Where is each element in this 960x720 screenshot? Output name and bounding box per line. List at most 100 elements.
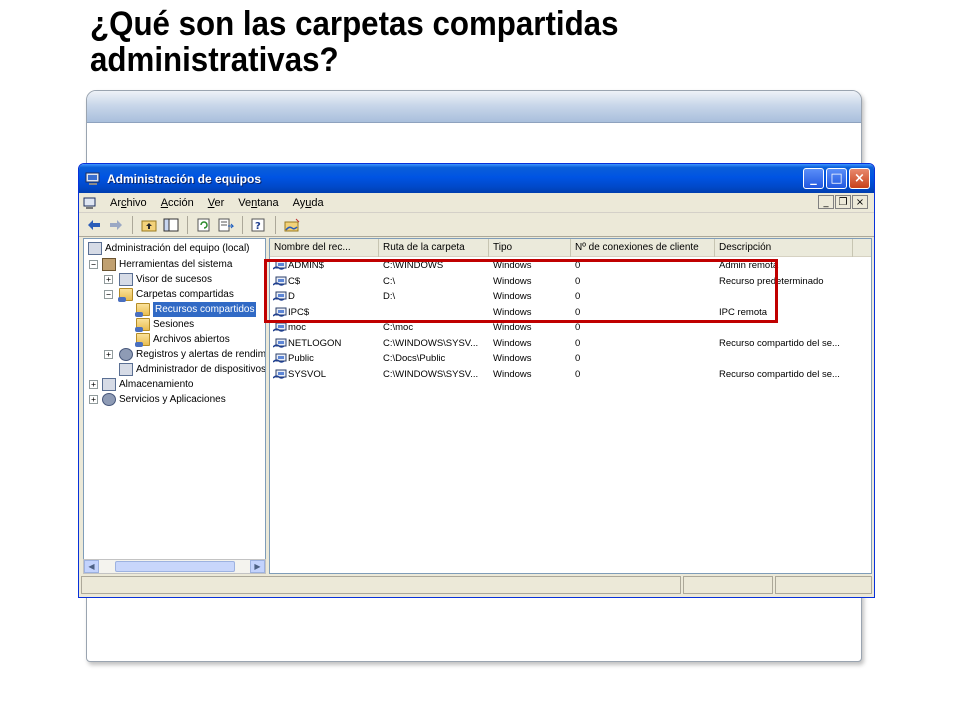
cell-tipo: Windows [493, 353, 532, 364]
mdi-close-button[interactable]: × [852, 195, 868, 209]
column-header-tipo[interactable]: Tipo [489, 239, 571, 257]
svg-text:?: ? [255, 221, 261, 232]
column-header-descripcion[interactable]: Descripción [715, 239, 853, 257]
cell-nombre: NETLOGON [288, 337, 342, 349]
tree-item-recursos-compartidos[interactable]: Recursos compartidos [135, 302, 257, 317]
shared-folder-icon [273, 338, 287, 348]
slide-title-line-2: administrativas? [90, 41, 339, 79]
computer-management-icon [85, 172, 101, 186]
maximize-button[interactable]: □ [826, 168, 847, 189]
toolbar-separator [132, 215, 133, 234]
up-folder-icon[interactable] [140, 216, 158, 234]
table-row[interactable]: moc C:\moc Windows 0 [270, 320, 871, 335]
shared-folder-icon [273, 369, 287, 379]
tree-item-visor-de-sucesos[interactable]: Visor de sucesos [119, 272, 212, 287]
performance-icon [119, 348, 133, 361]
mdi-minimize-button[interactable]: _ [818, 195, 834, 209]
tree-item-label: Herramientas del sistema [119, 259, 233, 270]
tree-item-carpetas-compartidas[interactable]: Carpetas compartidas [118, 287, 234, 302]
status-cell [775, 576, 872, 594]
cell-conexiones: 0 [575, 337, 581, 349]
minimize-button[interactable]: _ [803, 168, 824, 189]
tree-item-label: Sesiones [153, 319, 195, 330]
shares-list[interactable]: Nombre del rec... Ruta de la carpeta Tip… [269, 238, 872, 574]
forward-arrow-icon[interactable] [107, 216, 125, 234]
expand-toggle[interactable]: + [89, 395, 98, 404]
cell-conexiones: 0 [575, 306, 581, 318]
menu-archivo[interactable]: Archivo [103, 197, 154, 209]
cell-ruta: C:\moc [383, 322, 414, 333]
refresh-icon[interactable] [195, 216, 213, 234]
table-row[interactable]: IPC$ Windows 0 IPC remota [270, 305, 871, 320]
cell-nombre: moc [288, 322, 306, 333]
cell-descripcion: Recurso compartido del se... [719, 368, 840, 380]
expand-toggle[interactable]: + [104, 275, 113, 284]
close-button[interactable]: × [849, 168, 870, 189]
table-row[interactable]: NETLOGON C:\WINDOWS\SYSV... Windows 0 Recurs… [270, 336, 871, 351]
tree-item-registros-y-alertas[interactable]: Registros y alertas de rendim [119, 347, 265, 362]
table-row[interactable]: Public C:\Docs\Public Windows 0 [270, 351, 871, 366]
cell-descripcion: Recurso predeterminado [719, 275, 824, 287]
expand-toggle[interactable]: + [89, 380, 98, 389]
table-row[interactable]: D D:\ Windows 0 [270, 289, 871, 304]
cell-conexiones: 0 [575, 291, 581, 302]
table-row[interactable]: SYSVOL C:\WINDOWS\SYSV... Windows 0 Recurso … [270, 367, 871, 382]
services-icon [102, 393, 116, 406]
mdi-restore-button[interactable]: ❐ [835, 195, 851, 209]
tree-item-label: Almacenamiento [119, 379, 194, 390]
column-header-nombre[interactable]: Nombre del rec... [270, 239, 379, 257]
scroll-right-icon[interactable]: ▶ [250, 560, 265, 573]
tree-item-label: Recursos compartidos [153, 302, 257, 317]
tree-item-almacenamiento[interactable]: Almacenamiento [102, 377, 193, 392]
shared-folder-icon [273, 276, 287, 286]
tree-horizontal-scrollbar[interactable]: ◀ ▶ [83, 559, 266, 574]
cell-nombre: D [288, 291, 295, 302]
cell-nombre: SYSVOL [288, 368, 327, 380]
tree-item-administrador-de-dispositivos[interactable]: Administrador de dispositivos [119, 362, 266, 377]
column-header-ruta[interactable]: Ruta de la carpeta [379, 239, 489, 257]
shared-folder-icon [273, 260, 287, 270]
scroll-thumb[interactable] [114, 561, 235, 572]
menu-ventana[interactable]: Ventana [231, 197, 285, 209]
status-bar [81, 576, 872, 596]
cell-conexiones: 0 [575, 368, 581, 380]
tree-item-label: Administrador de dispositivos [136, 364, 266, 375]
menu-ayuda[interactable]: Ayuda [286, 197, 331, 209]
help-icon[interactable]: ? [250, 216, 268, 234]
tree-item-herramientas-del-sistema[interactable]: Herramientas del sistema [102, 257, 232, 272]
tree-item-administracion-del-equipo[interactable]: Administración del equipo (local) [88, 241, 250, 256]
menu-ver[interactable]: Ver [201, 197, 232, 209]
collapse-toggle[interactable]: − [104, 290, 113, 299]
storage-icon [102, 378, 116, 391]
cell-descripcion: Recurso compartido del se... [719, 337, 840, 349]
slide-title: ¿Qué son las carpetas compartidas admini… [90, 6, 863, 78]
menu-accion[interactable]: Acción [154, 197, 201, 209]
show-tree-icon[interactable] [162, 216, 180, 234]
tree-item-sesiones[interactable]: Sesiones [135, 317, 195, 332]
cell-nombre: IPC$ [288, 306, 310, 318]
tree-item-label: Administración del equipo (local) [105, 243, 250, 254]
toolbar-separator [275, 215, 276, 234]
cell-ruta: C:\WINDOWS\SYSV... [383, 368, 479, 380]
expand-toggle[interactable]: + [104, 350, 113, 359]
shared-folder-icon [273, 353, 287, 363]
cell-ruta: C:\Docs\Public [383, 353, 446, 364]
shared-folder-icon [118, 288, 133, 302]
tree-item-archivos-abiertos[interactable]: Archivos abiertos [135, 332, 230, 347]
back-arrow-icon[interactable] [85, 216, 103, 234]
cell-tipo: Windows [493, 368, 532, 380]
column-header-conexiones[interactable]: Nº de conexiones de cliente [571, 239, 715, 257]
new-share-icon[interactable] [283, 216, 301, 234]
cell-descripcion: Admin remota [719, 260, 779, 271]
tree-item-servicios-y-aplicaciones[interactable]: Servicios y Aplicaciones [102, 392, 226, 407]
tree-pane[interactable]: Administración del equipo (local) − Herr… [83, 238, 266, 574]
status-cell [683, 576, 773, 594]
table-row[interactable]: ADMIN$ C:\WINDOWS Windows 0 Admin remota [270, 258, 871, 273]
tree-item-label: Archivos abiertos [153, 334, 230, 345]
collapse-toggle[interactable]: − [89, 260, 98, 269]
export-list-icon[interactable] [217, 216, 235, 234]
cell-tipo: Windows [493, 275, 532, 287]
table-row[interactable]: C$ C:\ Windows 0 Recurso predeterminado [270, 274, 871, 289]
title-bar[interactable]: Administración de equipos _ □ × [79, 164, 874, 193]
scroll-left-icon[interactable]: ◀ [84, 560, 99, 573]
